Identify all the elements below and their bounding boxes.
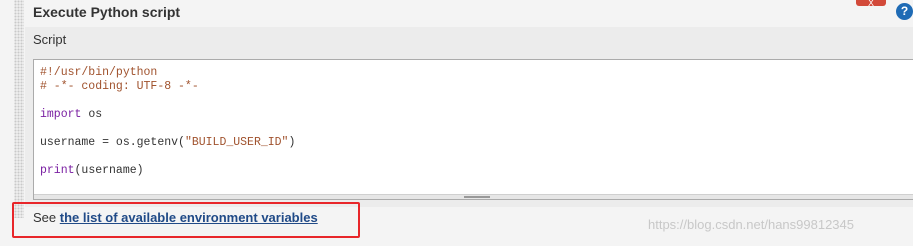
code-line: username = os.getenv("BUILD_USER_ID") xyxy=(40,136,296,149)
watermark: https://blog.csdn.net/hans99812345 xyxy=(648,217,854,232)
code-line: #!/usr/bin/python xyxy=(40,66,158,79)
script-label: Script xyxy=(33,32,67,47)
script-editor[interactable]: #!/usr/bin/python # -*- coding: UTF-8 -*… xyxy=(33,59,913,200)
help-icon[interactable]: ? xyxy=(896,3,913,20)
code-line: print(username) xyxy=(40,164,144,177)
delete-step-button[interactable]: X xyxy=(856,0,886,6)
editor-resize-handle[interactable] xyxy=(34,194,913,199)
drag-handle[interactable] xyxy=(14,0,24,218)
code-line: # -*- coding: UTF-8 -*- xyxy=(40,80,199,93)
code-line: import os xyxy=(40,108,103,121)
script-code[interactable]: #!/usr/bin/python # -*- coding: UTF-8 -*… xyxy=(40,66,913,178)
build-step-title: Execute Python script xyxy=(33,4,181,20)
highlight-annotation xyxy=(12,202,360,238)
resize-grip-icon xyxy=(464,196,490,198)
